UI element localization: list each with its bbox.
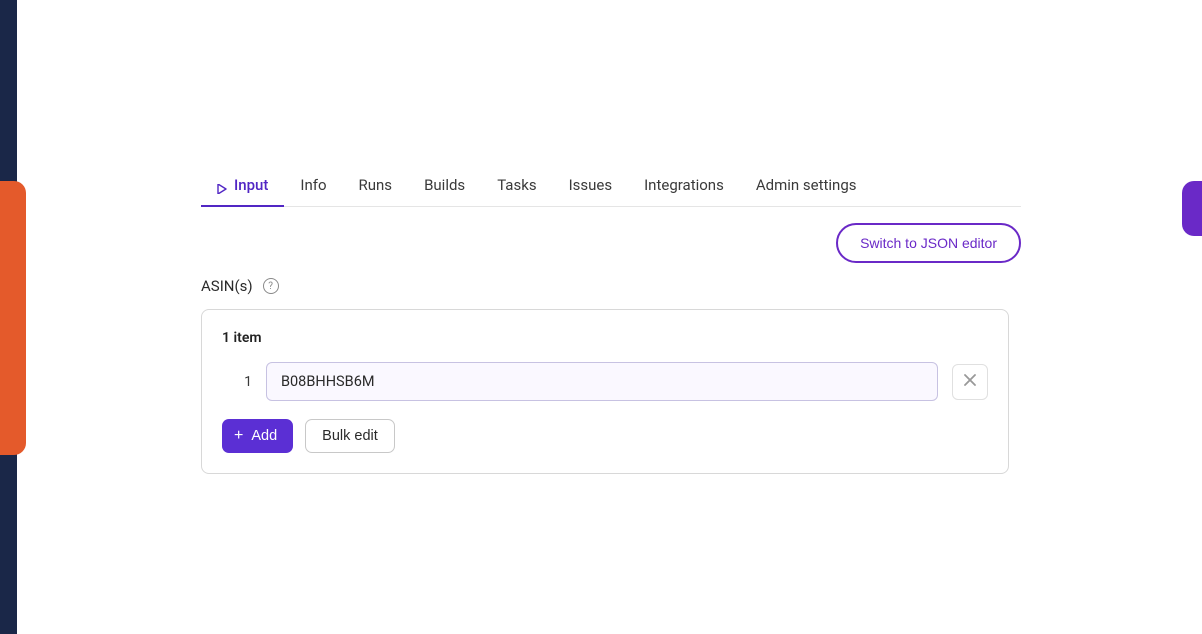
purple-right-tab[interactable] (1182, 181, 1202, 236)
add-label: Add (251, 428, 277, 444)
tab-label: Integrations (644, 176, 724, 194)
items-count: 1 item (222, 330, 988, 346)
tab-label: Tasks (497, 176, 536, 194)
tab-label: Admin settings (756, 176, 857, 194)
remove-item-button[interactable] (952, 364, 988, 400)
switch-json-button[interactable]: Switch to JSON editor (836, 223, 1021, 263)
bulk-edit-button[interactable]: Bulk edit (305, 419, 395, 453)
tab-issues[interactable]: Issues (553, 165, 629, 206)
orange-side-tab[interactable] (0, 181, 26, 455)
item-number: 1 (222, 374, 252, 390)
help-icon[interactable]: ? (263, 278, 279, 294)
item-actions: + Add Bulk edit (222, 419, 988, 453)
toolbar: Switch to JSON editor (201, 223, 1021, 263)
tab-runs[interactable]: Runs (343, 165, 409, 206)
item-row: 1 (222, 362, 988, 401)
items-card: 1 item 1 + Add Bulk edit (201, 309, 1009, 474)
close-icon (964, 373, 976, 391)
tab-admin-settings[interactable]: Admin settings (740, 165, 873, 206)
field-label-row: ASIN(s) ? (201, 277, 1021, 295)
field-label: ASIN(s) (201, 277, 253, 295)
tab-integrations[interactable]: Integrations (628, 165, 740, 206)
tab-info[interactable]: Info (284, 165, 342, 206)
asin-input[interactable] (266, 362, 938, 401)
play-icon (217, 180, 227, 190)
tab-label: Input (234, 176, 268, 194)
main-content: Input Info Runs Builds Tasks Issues Inte… (201, 165, 1021, 474)
tab-label: Info (300, 176, 326, 194)
tab-label: Runs (359, 176, 393, 194)
plus-icon: + (234, 428, 243, 444)
tab-builds[interactable]: Builds (408, 165, 481, 206)
add-button[interactable]: + Add (222, 419, 293, 453)
tab-label: Issues (569, 176, 613, 194)
tab-tasks[interactable]: Tasks (481, 165, 552, 206)
tab-input[interactable]: Input (201, 165, 284, 206)
tab-bar: Input Info Runs Builds Tasks Issues Inte… (201, 165, 1021, 207)
tab-label: Builds (424, 176, 465, 194)
